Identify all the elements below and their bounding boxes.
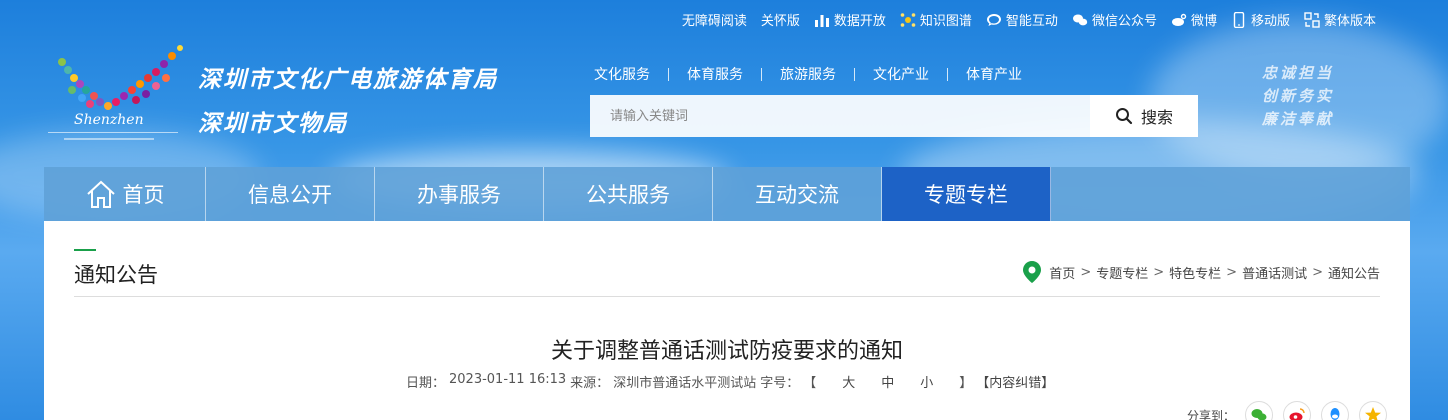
section-title: 通知公告 — [74, 263, 158, 287]
share-bar: 分享到： — [1187, 401, 1388, 420]
qq-share-icon — [1330, 408, 1340, 420]
font-size-large-button[interactable]: 大 — [842, 372, 855, 391]
breadcrumb-featured-topics[interactable]: 特色专栏 — [1169, 263, 1221, 282]
sub-navigation: 文化服务 体育服务 旅游服务 文化产业 体育产业 — [590, 64, 1040, 84]
location-pin-icon — [1023, 261, 1042, 283]
site-name-line-1: 深圳市文化广电旅游体育局 — [198, 66, 498, 93]
font-size-controls: 【 大 中 小 】 — [803, 372, 972, 391]
search-input[interactable] — [590, 95, 1090, 137]
search-button[interactable]: 搜索 — [1090, 95, 1198, 137]
butterfly-logo-icon: Shenzhen — [48, 45, 183, 140]
nav-item-special-topics[interactable]: 专题专栏 — [882, 167, 1051, 221]
wechat-icon — [1072, 14, 1088, 25]
subnav-item-culture-industry[interactable]: 文化产业 — [855, 64, 947, 84]
article-title: 关于调整普通话测试防疫要求的通知 — [550, 339, 903, 364]
qzone-share-icon — [1365, 407, 1382, 420]
breadcrumb-home[interactable]: 首页 — [1049, 263, 1075, 282]
traditional-chinese-icon — [1304, 11, 1320, 28]
site-name-line-2: 深圳市文物局 — [198, 110, 348, 137]
weibo-link[interactable]: 微博 — [1171, 10, 1217, 29]
nav-item-label: 首页 — [122, 183, 165, 207]
wechat-account-link[interactable]: 微信公众号 — [1072, 10, 1157, 29]
article-date: 2023-01-11 16:13 — [449, 372, 567, 387]
nav-item-information-disclosure[interactable]: 信息公开 — [206, 167, 375, 221]
subnav-item-sports-services[interactable]: 体育服务 — [669, 64, 761, 84]
breadcrumb: 首页 > 专题专栏 > 特色专栏 > 普通话测试 > 通知公告 — [1023, 261, 1380, 283]
home-icon — [86, 180, 115, 208]
share-wechat-button[interactable] — [1245, 401, 1274, 420]
breadcrumb-special-topics[interactable]: 专题专栏 — [1096, 263, 1148, 282]
share-label: 分享到： — [1187, 408, 1236, 420]
traditional-chinese-link[interactable]: 繁体版本 — [1304, 10, 1376, 29]
subnav-item-tourism-services[interactable]: 旅游服务 — [762, 64, 854, 84]
share-weibo-button[interactable] — [1283, 401, 1312, 420]
mobile-icon — [1233, 11, 1245, 28]
font-size-medium-button[interactable]: 中 — [881, 372, 894, 391]
site-name[interactable]: 深圳市文化广电旅游体育局 深圳市文物局 — [198, 58, 498, 146]
weibo-icon — [1171, 13, 1187, 26]
date-label: 日期： — [406, 376, 446, 391]
subnav-item-sports-industry[interactable]: 体育产业 — [948, 64, 1040, 84]
knowledge-graph-icon — [900, 12, 916, 27]
care-version-link[interactable]: 关怀版 — [761, 10, 800, 29]
content-correction-link[interactable]: 【内容纠错】 — [976, 372, 1054, 391]
nav-item-interaction[interactable]: 互动交流 — [713, 167, 882, 221]
font-size-bracket-close: 】 — [959, 376, 973, 391]
breadcrumb-mandarin-test[interactable]: 普通话测试 — [1242, 263, 1307, 282]
content-panel: 通知公告 首页 > 专题专栏 > 特色专栏 > 普通话测试 > 通知公告 关于调整普通话… — [44, 221, 1410, 420]
smart-interaction-link[interactable]: 智能互动 — [986, 10, 1058, 29]
slogan-line: 廉洁奉献 — [1262, 110, 1335, 128]
svg-text:Shenzhen: Shenzhen — [74, 112, 144, 128]
breadcrumb-separator: > — [1080, 264, 1092, 280]
subnav-item-culture-services[interactable]: 文化服务 — [590, 64, 668, 84]
open-data-link[interactable]: 数据开放 — [814, 10, 886, 29]
font-size-label: 字号： — [760, 376, 800, 391]
breadcrumb-separator: > — [1153, 264, 1165, 280]
search-button-label: 搜索 — [1140, 108, 1173, 127]
knowledge-graph-link[interactable]: 知识图谱 — [900, 10, 972, 29]
top-utility-bar: 无障碍阅读 关怀版 数据开放 知识图谱 智能互动 微信公众号 微博 移动版 繁体… — [682, 10, 1376, 29]
article-meta: 日期： 2023-01-11 16:13 来源： 深圳市普通话水平测试站 字号：… — [406, 372, 1054, 391]
search-icon — [1115, 108, 1133, 125]
breadcrumb-separator: > — [1312, 264, 1323, 280]
bar-chart-icon — [814, 14, 829, 27]
nav-item-services[interactable]: 办事服务 — [375, 167, 544, 221]
share-qzone-button[interactable] — [1359, 401, 1388, 420]
slogan-line: 创新务实 — [1262, 87, 1335, 105]
section-divider — [74, 296, 1380, 297]
breadcrumb-separator: > — [1226, 264, 1238, 280]
chat-bubble-icon — [986, 13, 1001, 26]
search-bar: 搜索 — [590, 95, 1198, 137]
nav-item-public-services[interactable]: 公共服务 — [544, 167, 713, 221]
main-navigation: 首页 信息公开 办事服务 公共服务 互动交流 专题专栏 — [44, 167, 1410, 221]
source-label: 来源： — [570, 376, 610, 391]
weibo-share-icon — [1289, 408, 1305, 420]
font-size-bracket-open: 【 — [803, 376, 817, 391]
font-size-small-button[interactable]: 小 — [920, 372, 933, 391]
wechat-share-icon — [1251, 409, 1267, 420]
shenzhen-logo[interactable]: Shenzhen — [44, 40, 189, 150]
section-title-accent — [74, 249, 96, 251]
slogan: 忠诚担当 创新务实 廉洁奉献 — [1262, 62, 1334, 131]
accessibility-link[interactable]: 无障碍阅读 — [682, 10, 747, 29]
article-source: 深圳市普通话水平测试站 — [613, 376, 757, 391]
breadcrumb-notices[interactable]: 通知公告 — [1328, 263, 1380, 282]
share-qq-button[interactable] — [1321, 401, 1350, 420]
mobile-version-link[interactable]: 移动版 — [1231, 10, 1290, 29]
slogan-line: 忠诚担当 — [1262, 64, 1335, 82]
nav-item-home[interactable]: 首页 — [44, 167, 206, 221]
